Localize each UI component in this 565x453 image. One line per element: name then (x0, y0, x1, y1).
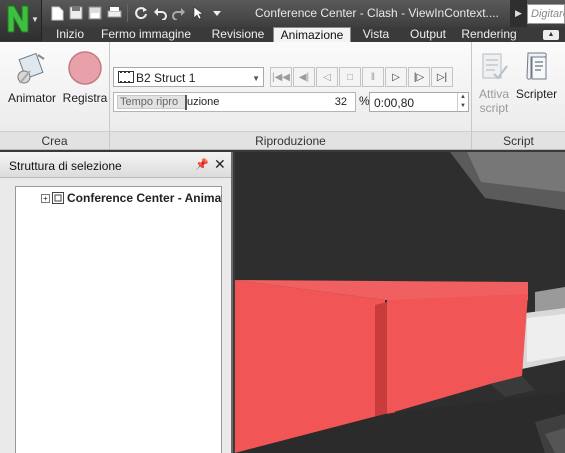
group-label-crea: Crea (0, 131, 109, 149)
tab-output[interactable]: Output (404, 27, 452, 42)
scripter-label: Scripter (515, 87, 558, 101)
3d-viewport[interactable] (235, 152, 565, 453)
quick-access-toolbar (48, 4, 226, 24)
step-forward-icon[interactable]: |▷ (408, 67, 430, 87)
toolbar-separator (127, 4, 128, 22)
attiva-script-button[interactable]: Attiva script (475, 50, 513, 115)
navisworks-logo-icon (7, 5, 29, 33)
animator-icon (17, 52, 45, 84)
ribbon-tab-bar: Inizio Fermo immagine Revisione Animazio… (42, 27, 565, 42)
enable-script-icon (482, 53, 508, 80)
refresh-icon[interactable] (132, 4, 150, 22)
stop-icon[interactable]: □ (339, 67, 361, 87)
attiva-line2: script (479, 101, 509, 115)
playback-time-slider[interactable]: Tempo ripro uzione 32 (113, 92, 356, 112)
redo-icon[interactable] (170, 4, 188, 22)
ribbon-panel: Animator Registra Crea Riproduzione B2 S… (0, 42, 565, 150)
minimize-ribbon-icon[interactable]: ▲ (543, 30, 559, 40)
close-icon[interactable]: ✕ (214, 156, 226, 173)
group-script: Attiva script Scripter Script (472, 42, 565, 149)
new-file-icon[interactable] (48, 4, 66, 22)
scripter-button[interactable]: Scripter (513, 50, 560, 101)
chevron-down-icon: ▼ (31, 15, 39, 24)
forward-end-icon[interactable]: ▷| (431, 67, 453, 87)
scripter-icon (525, 52, 547, 80)
pause-icon[interactable]: ‖ (362, 67, 384, 87)
time-spinner-icon[interactable]: ▲ ▼ (457, 93, 468, 111)
print-icon[interactable] (105, 4, 123, 22)
slider-label-part2: uzione (187, 96, 220, 108)
pin-icon[interactable]: 📌 (195, 158, 209, 171)
step-back-icon[interactable]: ◀| (293, 67, 315, 87)
title-bar: Conference Center - Clash - ViewInContex… (0, 0, 565, 27)
playback-controls: |◀◀ ◀| ◁ □ ‖ ▷ |▷ ▷| (270, 67, 453, 87)
tree-item-label: Conference Center - Animat (67, 191, 222, 205)
group-crea: Animator Registra Crea (0, 42, 110, 149)
registra-label: Registra (62, 91, 108, 105)
select-arrow-icon[interactable] (189, 4, 207, 22)
record-icon (68, 51, 102, 85)
tab-rendering[interactable]: Rendering (454, 27, 524, 42)
time-value: 0:00,80 (374, 96, 415, 110)
tab-inizio[interactable]: Inizio (48, 27, 92, 42)
open-icon[interactable] (86, 4, 104, 22)
save-icon[interactable] (67, 4, 85, 22)
panel-title: Struttura di selezione (9, 159, 122, 173)
tab-fermo-immagine[interactable]: Fermo immagine (96, 27, 196, 42)
animation-select[interactable]: B2 Struct 1 ▼ (113, 67, 264, 87)
film-strip-icon (118, 71, 134, 83)
title-scroll-right-icon[interactable]: ▶ (510, 0, 527, 27)
play-icon[interactable]: ▷ (385, 67, 407, 87)
selection-tree-panel: Struttura di selezione 📌 ✕ + Conference … (0, 152, 233, 453)
tree-item[interactable]: + Conference Center - Animat (41, 191, 222, 205)
animator-label: Animator (7, 91, 57, 105)
tab-animazione[interactable]: Animazione (273, 27, 351, 42)
model-file-icon (52, 192, 64, 204)
time-input[interactable]: 0:00,80 ▲ ▼ (369, 92, 469, 112)
slider-label-part1: Tempo ripro (120, 96, 179, 108)
customize-dropdown-icon[interactable] (208, 4, 226, 22)
panel-header: Struttura di selezione 📌 ✕ (0, 152, 231, 178)
animator-button[interactable]: Animator (6, 50, 58, 105)
tab-vista[interactable]: Vista (356, 27, 396, 42)
registra-button[interactable]: Registra (60, 50, 110, 105)
window-title: Conference Center - Clash - ViewInContex… (255, 6, 499, 20)
rewind-start-icon[interactable]: |◀◀ (270, 67, 292, 87)
application-menu-button[interactable]: ▼ (0, 0, 42, 41)
group-label-riproduzione: Riproduzione (110, 131, 471, 149)
expand-icon[interactable]: + (41, 193, 50, 203)
tab-revisione[interactable]: Revisione (204, 27, 272, 42)
scene-render (235, 152, 565, 453)
attiva-script-label: Attiva script (475, 87, 513, 115)
animation-select-value: B2 Struct 1 (136, 71, 196, 85)
undo-icon[interactable] (151, 4, 169, 22)
group-label-script: Script (472, 131, 565, 149)
search-input[interactable]: Digitare (527, 4, 565, 24)
chevron-down-icon: ▼ (252, 74, 260, 83)
slider-value: 32 (334, 96, 347, 108)
play-reverse-icon[interactable]: ◁ (316, 67, 338, 87)
attiva-line1: Attiva (478, 87, 509, 101)
selection-tree: + Conference Center - Animat (15, 186, 222, 453)
